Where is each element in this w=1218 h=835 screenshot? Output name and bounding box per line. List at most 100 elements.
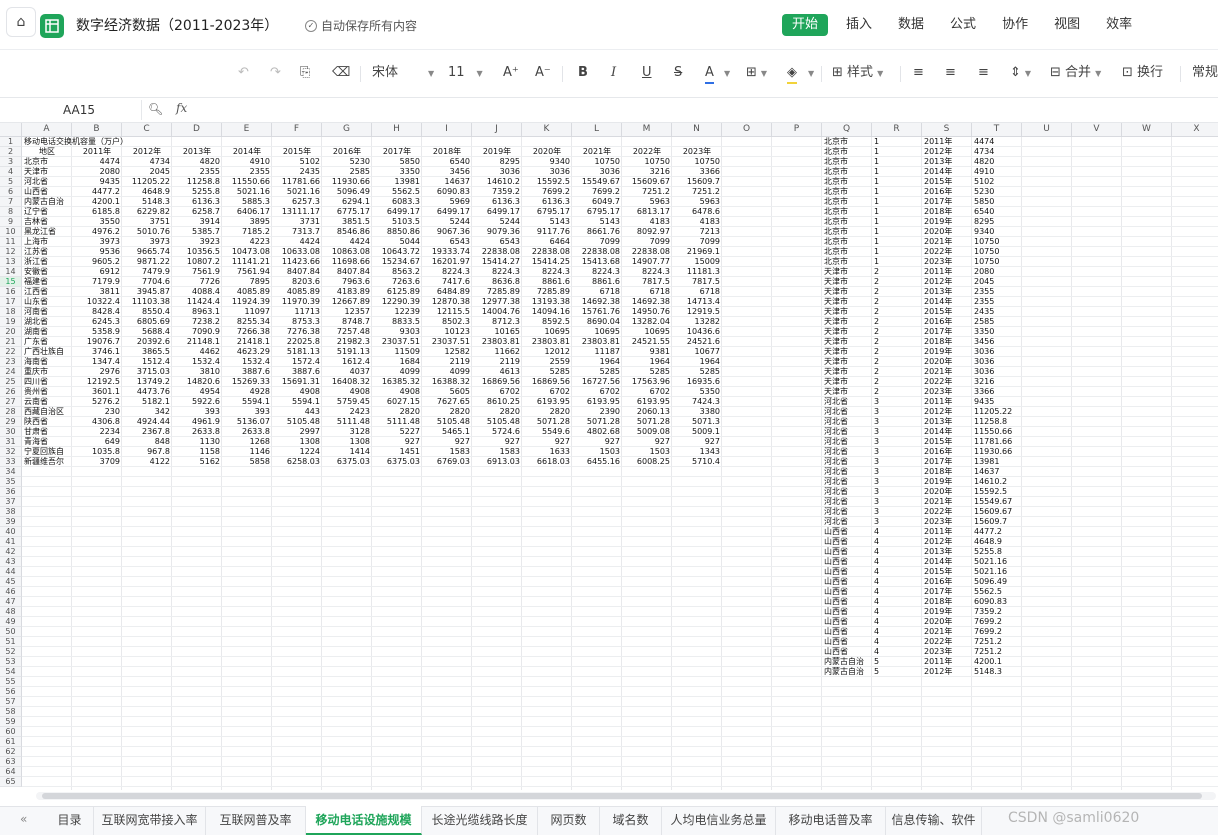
cell[interactable]: 青海省 [22,437,72,447]
cell[interactable]: 北京市 [822,227,872,237]
column-header[interactable]: K [522,123,572,137]
cell[interactable]: 3923 [172,237,222,247]
cell[interactable]: 2016年 [922,317,972,327]
cell[interactable]: 1414 [322,447,372,457]
cell[interactable]: 10750 [972,257,1022,267]
cell[interactable]: 927 [572,437,622,447]
row-header[interactable]: 13 [0,257,22,267]
cell[interactable]: 河北省 [822,477,872,487]
cell[interactable]: 河南省 [22,307,72,317]
row-header[interactable]: 51 [0,637,22,647]
cell[interactable]: 5 [872,667,922,677]
cell[interactable]: 天津市 [822,387,872,397]
cell[interactable]: 5688.4 [122,327,172,337]
cell[interactable]: 5111.48 [372,417,422,427]
cell[interactable]: 河北省 [822,467,872,477]
cell[interactable]: 6090.83 [422,187,472,197]
row-header[interactable]: 1 [0,137,22,147]
row-header[interactable]: 18 [0,307,22,317]
cell[interactable]: 2997 [272,427,322,437]
cell[interactable]: 2 [872,307,922,317]
cell[interactable]: 23803.81 [472,337,522,347]
underline-icon[interactable]: U [642,60,652,86]
cell[interactable]: 11930.66 [322,177,372,187]
cell[interactable]: 1 [872,157,922,167]
cell[interactable]: 3 [872,397,922,407]
cell[interactable]: 13981 [972,457,1022,467]
cell[interactable]: 4200.1 [972,657,1022,667]
cell[interactable]: 11187 [572,347,622,357]
cell[interactable]: 6540 [972,207,1022,217]
cell[interactable]: 4474 [72,157,122,167]
cell[interactable]: 2016年 [322,147,372,157]
cell[interactable]: 1684 [372,357,422,367]
cell[interactable]: 2016年 [922,447,972,457]
cell[interactable]: 3887.6 [222,367,272,377]
cell[interactable]: 4474 [972,137,1022,147]
cell[interactable]: 6718 [572,287,622,297]
cell[interactable]: 5136.07 [222,417,272,427]
cell[interactable]: 2011年 [922,397,972,407]
cell[interactable]: 4908 [372,387,422,397]
cell[interactable]: 5105.48 [422,417,472,427]
cell[interactable]: 河北省 [822,427,872,437]
cell[interactable]: 山西省 [822,537,872,547]
row-header[interactable]: 35 [0,477,22,487]
cell[interactable]: 7099 [672,237,722,247]
cell[interactable]: 天津市 [822,367,872,377]
cell[interactable]: 8407.84 [322,267,372,277]
cell[interactable]: 北京市 [822,247,872,257]
column-header[interactable]: T [972,123,1022,137]
cell[interactable]: 7561.94 [222,267,272,277]
cell[interactable]: 2017年 [922,457,972,467]
cell[interactable]: 8224.3 [522,267,572,277]
cell[interactable]: 6543 [472,237,522,247]
cell[interactable]: 8550.4 [122,307,172,317]
cell[interactable]: 2 [872,377,922,387]
cell[interactable]: 6718 [622,287,672,297]
cell[interactable]: 6805.69 [122,317,172,327]
cell[interactable]: 2080 [72,167,122,177]
cell[interactable]: 3865.5 [122,347,172,357]
cell[interactable]: 吉林省 [22,217,72,227]
cell[interactable]: 16388.32 [422,377,472,387]
cell[interactable]: 5562.5 [372,187,422,197]
cell[interactable]: 10695 [522,327,572,337]
row-header[interactable]: 53 [0,657,22,667]
cell[interactable]: 山西省 [822,597,872,607]
row-header[interactable]: 29 [0,417,22,427]
cell[interactable]: 2820 [372,407,422,417]
row-header[interactable]: 61 [0,737,22,747]
cell[interactable]: 河北省 [822,447,872,457]
cell[interactable]: 4306.8 [72,417,122,427]
cell[interactable]: 12977.38 [472,297,522,307]
cell[interactable]: 2013年 [922,417,972,427]
cell[interactable]: 北京市 [822,137,872,147]
cell[interactable]: 天津市 [822,287,872,297]
cell[interactable]: 山西省 [822,637,872,647]
select-all-corner[interactable] [0,123,22,137]
cell[interactable]: 10807.2 [172,257,222,267]
cell[interactable]: 江苏省 [22,247,72,257]
cell[interactable]: 5285 [522,367,572,377]
cell[interactable]: 6455.16 [572,457,622,467]
cell[interactable]: 4473.76 [122,387,172,397]
cell[interactable]: 5465.1 [422,427,472,437]
wrap-text-button[interactable]: ⊡ 换行 [1122,60,1163,86]
cell[interactable]: 12290.39 [372,297,422,307]
cell[interactable]: 6913.03 [472,457,522,467]
cell[interactable]: 6795.17 [522,207,572,217]
cell[interactable]: 11258.8 [972,417,1022,427]
cell[interactable]: 2016年 [922,577,972,587]
cell[interactable]: 4623.29 [222,347,272,357]
cell[interactable]: 7699.2 [522,187,572,197]
cell[interactable]: 15413.68 [572,257,622,267]
cell[interactable]: 5143 [572,217,622,227]
cell[interactable]: 9067.36 [422,227,472,237]
cell[interactable]: 2012年 [922,407,972,417]
cell[interactable]: 17563.96 [622,377,672,387]
cell[interactable]: 11509 [372,347,422,357]
cell[interactable]: 2423 [322,407,372,417]
cell[interactable]: 5102 [972,177,1022,187]
row-header[interactable]: 5 [0,177,22,187]
